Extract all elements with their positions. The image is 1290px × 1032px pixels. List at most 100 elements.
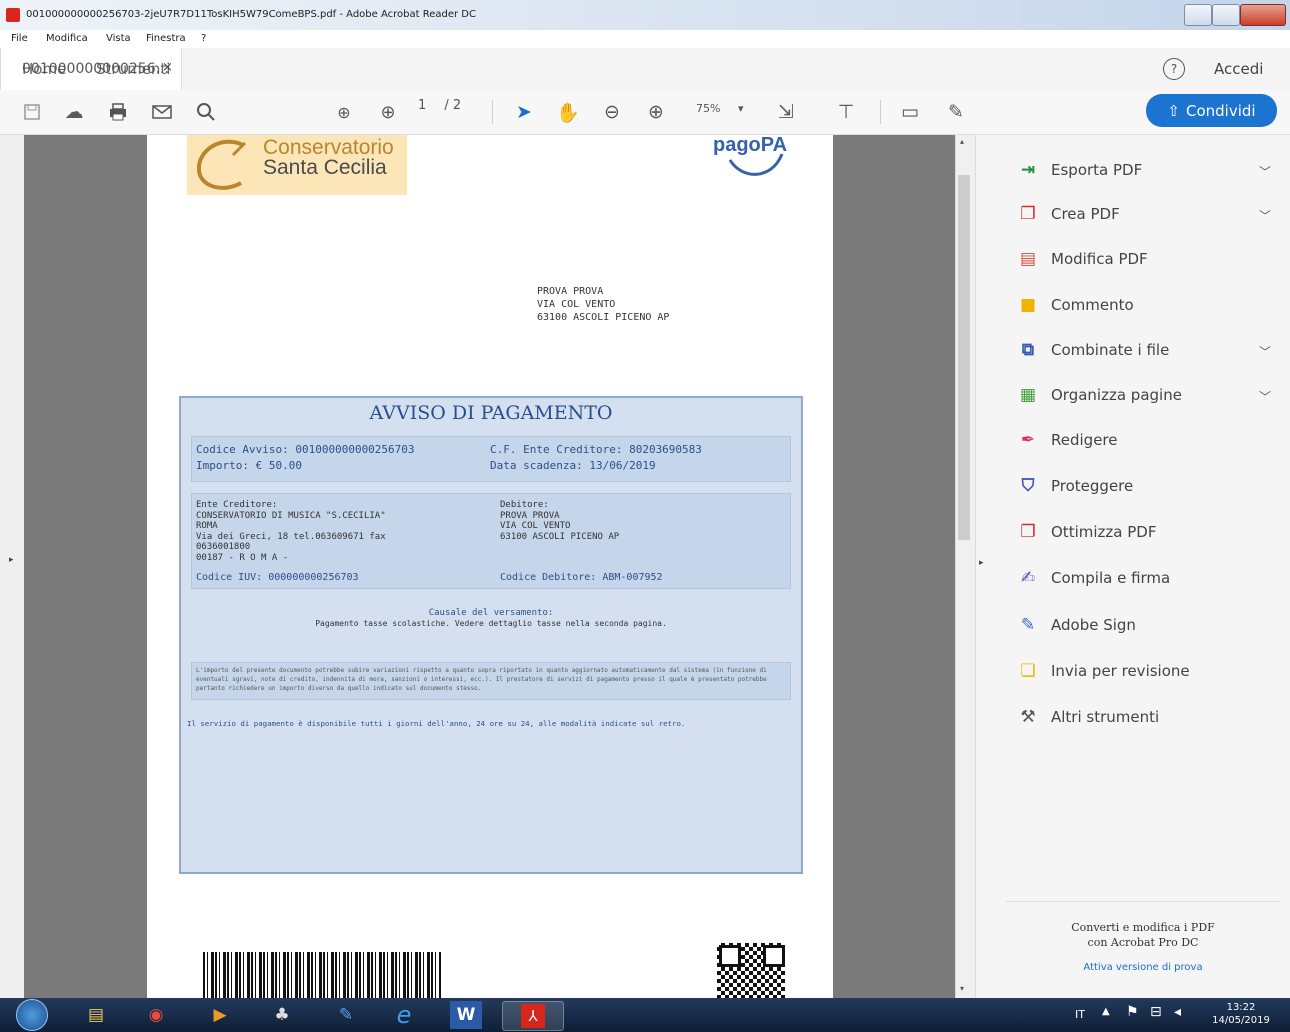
tool-label: Commento xyxy=(1051,296,1134,314)
maximize-button[interactable] xyxy=(1212,4,1240,26)
cf-ente: C.F. Ente Creditore: 80203690583 xyxy=(490,443,702,456)
page-total: / 2 xyxy=(444,98,462,113)
toolbar-divider xyxy=(880,100,881,124)
share-button[interactable]: ⇧ Condividi xyxy=(1146,94,1277,127)
tool-protect[interactable]: ⛉ Proteggere xyxy=(1016,473,1134,499)
upload-cloud-icon[interactable]: ☁ xyxy=(60,98,88,126)
left-nav-strip[interactable]: ▸ xyxy=(0,135,24,998)
organize-pages-icon: ▦ xyxy=(1019,385,1037,405)
tool-label: Invia per revisione xyxy=(1051,662,1190,680)
tool-adobe-sign[interactable]: ✎ Adobe Sign xyxy=(1016,612,1136,638)
menu-help[interactable]: ? xyxy=(201,33,206,44)
window-title: 001000000000256703-2jeU7R7D11TosKIH5W79C… xyxy=(26,9,476,20)
tool-label: Adobe Sign xyxy=(1051,616,1136,634)
word-icon[interactable]: W xyxy=(450,1001,482,1029)
legal-text: L'importo del presente documento potrebb… xyxy=(196,667,767,692)
select-cursor-icon[interactable]: ➤ xyxy=(510,98,538,126)
tool-send-review[interactable]: ❏ Invia per revisione xyxy=(1016,658,1190,684)
internet-explorer-icon[interactable]: e xyxy=(384,1001,424,1029)
causale-text: Pagamento tasse scolastiche. Vedere dett… xyxy=(315,619,667,628)
adobe-sign-icon: ✎ xyxy=(1020,615,1036,635)
paint-icon[interactable]: ✎ xyxy=(326,1001,366,1029)
tray-expand-icon[interactable]: ▲ xyxy=(1102,1006,1110,1017)
start-button[interactable] xyxy=(10,999,54,1031)
collapse-right-pane-icon[interactable]: ▸ xyxy=(979,558,984,568)
acrobat-taskbar-icon[interactable]: ⅄ xyxy=(502,1001,564,1031)
page-fit-icon[interactable]: ⇲ xyxy=(772,98,800,126)
language-indicator[interactable]: IT xyxy=(1075,1008,1085,1021)
sign-in-link[interactable]: Accedi xyxy=(1214,60,1263,78)
app-icon[interactable]: ♣ xyxy=(262,1001,302,1029)
tool-optimize-pdf[interactable]: ❐ Ottimizza PDF xyxy=(1016,519,1156,545)
toolbar-divider xyxy=(492,100,493,124)
zoom-in-icon[interactable]: ⊕ xyxy=(642,98,670,126)
logo-line2: Santa Cecilia xyxy=(263,156,387,179)
menu-modifica[interactable]: Modifica xyxy=(46,33,88,44)
next-page-icon[interactable]: ⊕ xyxy=(374,98,402,126)
debitore-label: Debitore: xyxy=(500,500,549,510)
clock-date: 14/05/2019 xyxy=(1212,1015,1270,1026)
expand-left-pane-icon[interactable]: ▸ xyxy=(9,555,14,565)
zoom-out-icon[interactable]: ⊖ xyxy=(598,98,626,126)
tool-fill-sign[interactable]: ✍ Compila e firma xyxy=(1016,565,1170,591)
scroll-down-icon[interactable]: ▾ xyxy=(960,984,964,993)
minimize-button[interactable] xyxy=(1184,4,1212,26)
help-icon[interactable]: ? xyxy=(1163,58,1185,80)
menu-vista[interactable]: Vista xyxy=(106,33,131,44)
zoom-select[interactable]: 75% ▾ xyxy=(696,102,743,115)
menu-finestra[interactable]: Finestra xyxy=(146,33,186,44)
fill-sign-icon: ✍ xyxy=(1020,568,1036,588)
search-icon[interactable] xyxy=(192,98,220,126)
notice-parties: Ente Creditore: CONSERVATORIO DI MUSICA … xyxy=(191,493,791,589)
tool-label: Modifica PDF xyxy=(1051,250,1148,268)
tool-organize-pages[interactable]: ▦ Organizza pagine xyxy=(1016,382,1182,408)
tab-close-button[interactable]: × xyxy=(162,60,173,75)
tool-redact[interactable]: ✒ Redigere xyxy=(1016,427,1118,453)
page-indicator[interactable]: 1 / 2 xyxy=(418,98,461,113)
scroll-up-icon[interactable]: ▴ xyxy=(960,137,964,146)
email-icon[interactable] xyxy=(148,98,176,126)
debitore-line: VIA COL VENTO xyxy=(500,521,571,531)
close-window-button[interactable] xyxy=(1240,4,1286,26)
network-icon[interactable]: ⊟ xyxy=(1150,1004,1162,1020)
pen-tool-icon[interactable]: ✎ xyxy=(942,98,970,126)
tools-pane: ▸ ⇥ Esporta PDF ﹀ ❐ Crea PDF ﹀ ▤ Modific… xyxy=(975,135,1290,998)
codice-avviso: Codice Avviso: 001000000000256703 xyxy=(196,443,415,456)
clock[interactable]: 13:22 14/05/2019 xyxy=(1200,1001,1282,1027)
tool-export-pdf[interactable]: ⇥ Esporta PDF xyxy=(1016,157,1142,183)
page-current[interactable]: 1 xyxy=(418,98,426,113)
hand-tool-icon[interactable]: ✋ xyxy=(554,98,582,126)
chevron-down-icon[interactable]: ﹀ xyxy=(1259,388,1271,405)
tab-document[interactable]: 001000000000256... × xyxy=(0,48,182,90)
scroll-mode-icon[interactable]: ⊤ xyxy=(832,98,860,126)
comment-tool-icon[interactable]: ▭ xyxy=(896,98,924,126)
chevron-down-icon[interactable]: ﹀ xyxy=(1259,207,1271,224)
menu-file[interactable]: File xyxy=(11,33,28,44)
tool-create-pdf[interactable]: ❐ Crea PDF xyxy=(1016,201,1119,227)
tool-label: Ottimizza PDF xyxy=(1051,523,1157,541)
chevron-down-icon[interactable]: ﹀ xyxy=(1259,343,1271,360)
edit-pdf-icon: ▤ xyxy=(1019,249,1037,269)
tool-more-tools[interactable]: ⚒ Altri strumenti xyxy=(1016,704,1159,730)
scrollbar-thumb[interactable] xyxy=(958,175,970,540)
save-icon[interactable] xyxy=(18,98,46,126)
codice-iuv: Codice IUV: 000000000256703 xyxy=(196,572,359,583)
chevron-down-icon[interactable]: ﹀ xyxy=(1259,163,1271,180)
ente-line: CONSERVATORIO DI MUSICA "S.CECILIA" xyxy=(196,510,386,521)
promo-trial-link[interactable]: Attiva versione di prova xyxy=(1006,962,1280,973)
file-explorer-icon[interactable]: ▤ xyxy=(76,1001,116,1029)
tool-comment[interactable]: ■ Commento xyxy=(1016,292,1134,318)
tool-edit-pdf[interactable]: ▤ Modifica PDF xyxy=(1016,246,1148,272)
zoom-value: 75% xyxy=(696,102,721,115)
tool-combine-files[interactable]: ⧉ Combinate i file xyxy=(1016,337,1169,363)
title-bar: 001000000000256703-2jeU7R7D11TosKIH5W79C… xyxy=(0,0,1290,31)
media-player-icon[interactable]: ▶ xyxy=(200,1001,240,1029)
volume-icon[interactable]: ◂ xyxy=(1174,1004,1181,1020)
flag-icon[interactable]: ⚑ xyxy=(1126,1004,1139,1020)
qr-finder xyxy=(763,945,785,967)
chrome-icon[interactable]: ◉ xyxy=(136,1001,176,1029)
previous-page-icon[interactable]: ⊕ xyxy=(330,98,358,126)
legal-note: L'importo del presente documento potrebb… xyxy=(191,662,791,700)
ente-creditore: Ente Creditore: CONSERVATORIO DI MUSICA … xyxy=(196,500,386,563)
print-icon[interactable] xyxy=(104,98,132,126)
